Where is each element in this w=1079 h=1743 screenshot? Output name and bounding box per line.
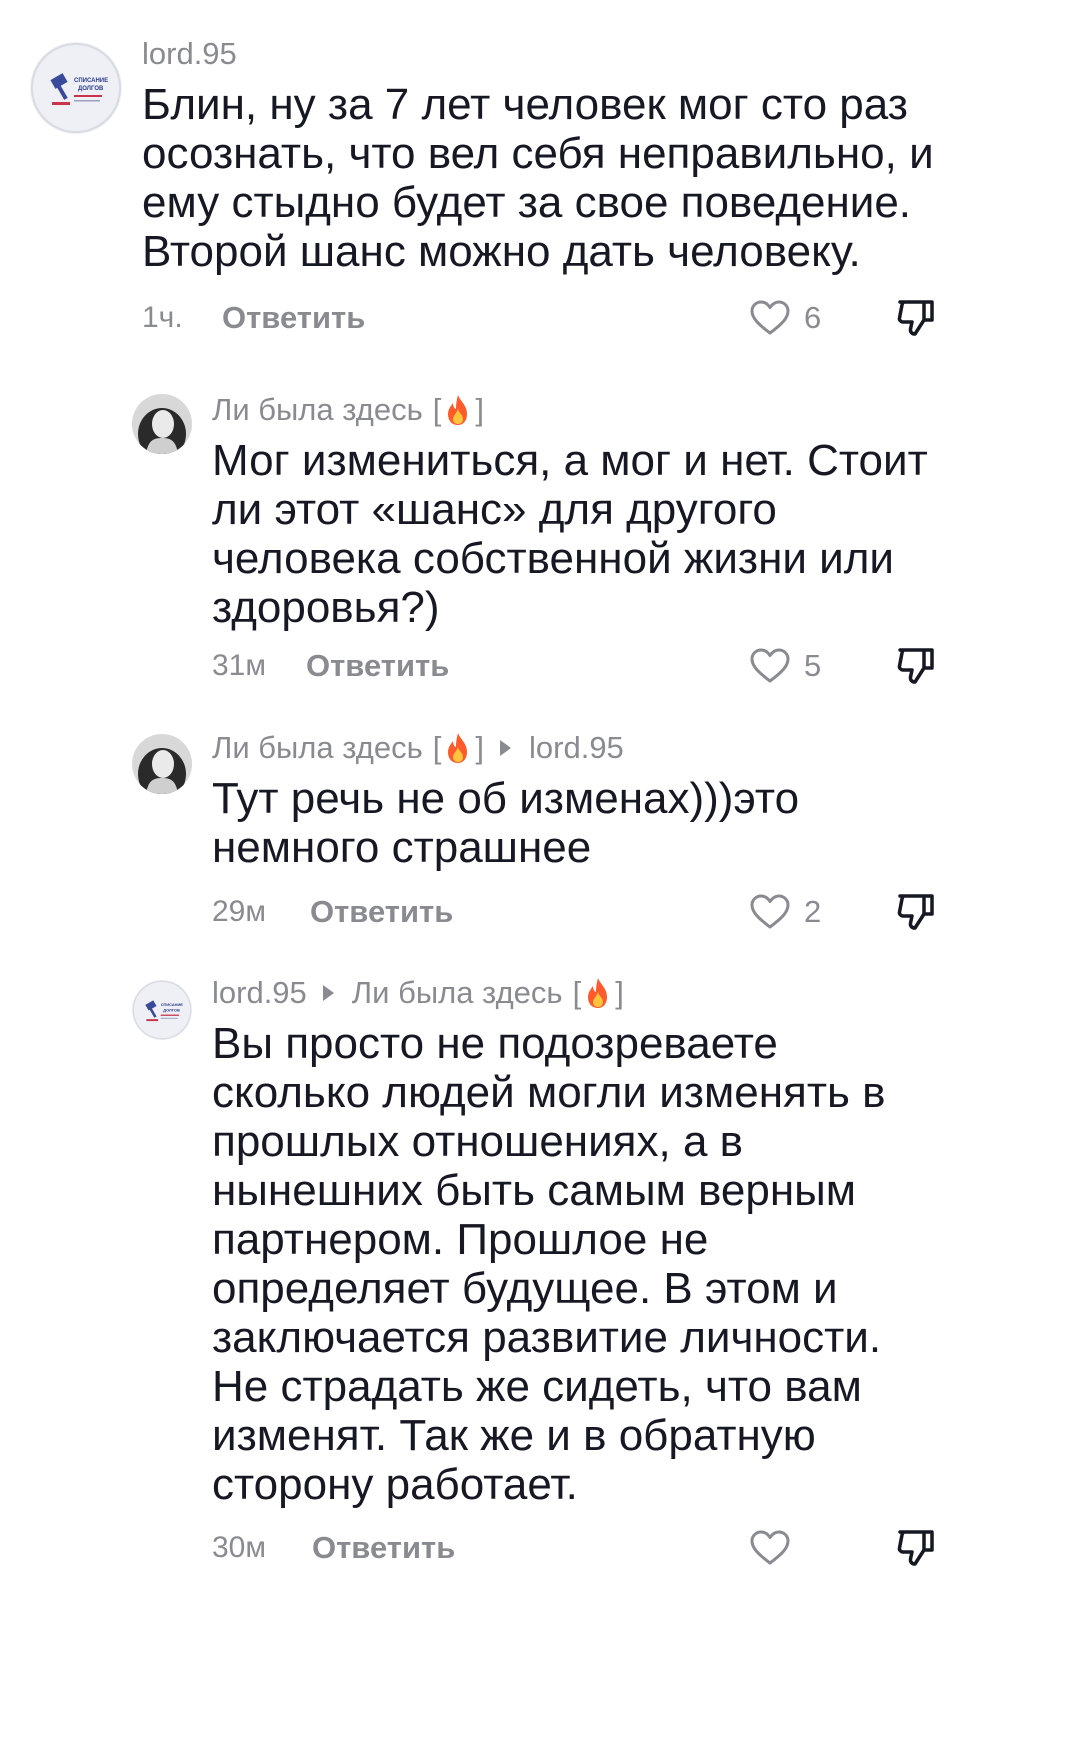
dislike-button[interactable] [896,1523,936,1573]
comment-line: Вы просто не подозреваете [212,1019,778,1068]
comment-footer: 30м Ответить [0,1523,1079,1573]
reply-to-username[interactable]: lord.95 [529,728,624,768]
svg-text:ДОЛГОВ: ДОЛГОВ [163,1007,180,1012]
flair-bracket-close: ] [475,392,485,427]
thumbs-down-icon [897,300,934,336]
username-text[interactable]: Ли была здесь [212,390,423,430]
comment-footer: 1ч. Ответить 6 [0,293,1079,343]
user-flair: [ ] [433,390,484,430]
thumbs-down-icon [897,648,934,684]
like-button[interactable]: 2 [750,887,821,937]
flair-bracket-open: [ [572,975,582,1010]
reply-to-username[interactable]: Ли была здесь [352,973,563,1013]
dislike-button[interactable] [896,293,936,343]
reply-button[interactable]: Ответить [312,1523,455,1573]
comment-line: осознать, что вел себя неправильно, и [142,129,934,178]
comment-time: 1ч. [142,301,183,334]
like-count: 6 [804,300,822,335]
comment-username[interactable]: lord.95 Ли была здесь [ ] [212,973,1052,1013]
comment-line: прошлых отношениях, а в [212,1117,744,1166]
comment-line: здоровья?) [212,583,440,632]
comment-body: Ли была здесь [ ] Мог измениться, а мог … [212,390,1052,632]
comment-line: изменят. Так же и в обратную [212,1411,816,1460]
like-count: 5 [804,648,822,683]
comment-line: немного страшнее [212,823,592,872]
comment-line: Не страдать же сидеть, что вам [212,1362,862,1411]
thumbs-down-icon [897,894,934,930]
comment-line: заключается развитие личности. [212,1313,882,1362]
avatar-li[interactable] [132,394,192,454]
comment-line: Второй шанс можно дать человеку. [142,227,861,276]
dislike-button[interactable] [896,887,936,937]
comment-line: сколько людей могли изменять в [212,1068,886,1117]
comment-line: ему стыдно будет за свое поведение. [142,178,912,227]
comment-body: lord.95 Ли была здесь [ ] Вы просто не п… [212,973,1052,1509]
reply-button[interactable]: Ответить [306,641,449,691]
comment-text: Вы просто не подозреваете сколько людей … [212,1019,1052,1509]
comment-line: человека собственной жизни или [212,534,894,583]
thumbs-down-icon [897,1530,934,1566]
fire-icon [588,978,608,1008]
comment-line: Блин, ну за 7 лет человек мог сто раз [142,80,908,129]
svg-text:ДОЛГОВ: ДОЛГОВ [78,86,104,92]
like-count: 2 [804,894,822,929]
heart-outline-icon [750,648,790,683]
heart-outline-icon [750,300,790,335]
fire-icon [448,733,468,763]
heart-outline-icon [750,894,790,929]
comment-footer: 29м Ответить 2 [0,887,1079,937]
heart-outline-icon [750,1530,790,1565]
user-flair: [ ] [433,728,484,768]
flair-bracket-open: [ [432,730,442,765]
comment-footer: 31м Ответить 5 [0,641,1079,691]
triangle-right-icon [322,985,334,1001]
user-flair: [ ] [573,973,624,1013]
svg-text:СПИСАНИЕ: СПИСАНИЕ [74,78,108,84]
comment-text: Блин, ну за 7 лет человек мог сто раз ос… [142,80,1042,276]
comment-time: 30м [212,1531,266,1564]
username-text[interactable]: lord.95 [212,973,307,1013]
like-button[interactable] [750,1523,790,1573]
comment-time: 29м [212,895,266,928]
username-text[interactable]: lord.95 [142,34,237,74]
fire-icon [448,395,468,425]
svg-text:СПИСАНИЕ: СПИСАНИЕ [161,1002,184,1007]
comment-line: Мог измениться, а мог и нет. Стоит [212,436,928,485]
comment-username[interactable]: Ли была здесь [ ] lord.95 [212,728,1052,768]
comment-line: ли этот «шанс» для другого [212,485,777,534]
dislike-button[interactable] [896,641,936,691]
comment-line: нынешних быть самым верным [212,1166,857,1215]
reply-button[interactable]: Ответить [310,887,453,937]
comment-username[interactable]: lord.95 [142,34,1042,74]
avatar-lord95[interactable]: СПИСАНИЕ ДОЛГОВ [132,980,192,1040]
username-text[interactable]: Ли была здесь [212,728,423,768]
flair-bracket-close: ] [475,730,485,765]
comment-line: определяет будущее. В этом и [212,1264,838,1313]
reply-button[interactable]: Ответить [222,293,365,343]
like-button[interactable]: 5 [750,641,821,691]
flair-bracket-close: ] [615,975,624,1010]
comment-line: сторону работает. [212,1460,578,1509]
comment-text: Тут речь не об изменах)))это немного стр… [212,774,1052,872]
like-button[interactable]: 6 [750,293,821,343]
avatar-li[interactable] [132,734,192,794]
avatar-lord95[interactable]: СПИСАНИЕ ДОЛГОВ [30,42,122,134]
comment-line: Тут речь не об изменах)))это [212,774,800,823]
comment-text: Мог измениться, а мог и нет. Стоит ли эт… [212,436,1052,632]
comment-username[interactable]: Ли была здесь [ ] [212,390,1052,430]
comment-line: партнером. Прошлое не [212,1215,709,1264]
comment-time: 31м [212,649,266,682]
comment-body: Ли была здесь [ ] lord.95 Тут речь не об… [212,728,1052,872]
triangle-right-icon [500,740,512,756]
comment-body: lord.95 Блин, ну за 7 лет человек мог ст… [142,34,1042,276]
flair-bracket-open: [ [432,392,442,427]
